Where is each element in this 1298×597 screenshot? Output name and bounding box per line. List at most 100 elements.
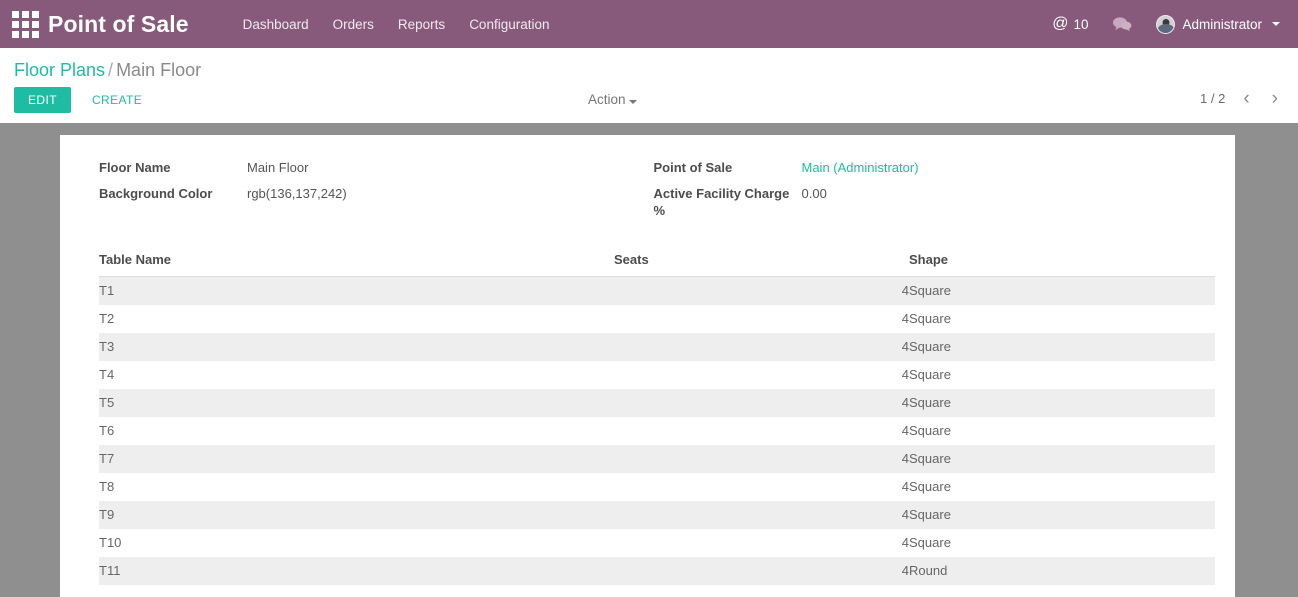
column-header-table-name[interactable]: Table Name bbox=[99, 248, 614, 277]
table-row[interactable]: T11 4 Round bbox=[99, 557, 1215, 585]
table-row[interactable]: T3 4 Square bbox=[99, 333, 1215, 361]
cell-seats: 4 bbox=[901, 563, 909, 578]
table-row[interactable]: T9 4 Square bbox=[99, 501, 1215, 529]
cell-shape: Square bbox=[909, 423, 951, 438]
app-brand-title[interactable]: Point of Sale bbox=[48, 11, 189, 38]
cell-table-name: T4 bbox=[99, 367, 115, 382]
cell-table-name: T7 bbox=[99, 451, 115, 466]
field-value-floor-name[interactable]: Main Floor bbox=[247, 159, 308, 176]
cell-shape: Square bbox=[909, 311, 951, 326]
form-background: Floor Name Main Floor Background Color r… bbox=[0, 123, 1298, 597]
cell-seats: 4 bbox=[901, 283, 909, 298]
at-icon: @ bbox=[1052, 15, 1069, 32]
cell-table-name: T2 bbox=[99, 311, 115, 326]
breadcrumb-item-current: Main Floor bbox=[116, 60, 202, 80]
field-floor-name: Floor Name Main Floor bbox=[99, 159, 648, 176]
field-active-facility-charge: Active Facility Charge % 0.00 bbox=[654, 185, 1216, 219]
chat-bubble-icon[interactable] bbox=[1098, 12, 1146, 36]
cell-shape: Square bbox=[909, 395, 951, 410]
chevron-right-icon[interactable]: › bbox=[1264, 87, 1286, 110]
table-head: Table Name Seats Shape bbox=[99, 248, 1215, 277]
breadcrumb-item-floor-plans[interactable]: Floor Plans bbox=[14, 60, 105, 80]
cell-table-name: T6 bbox=[99, 423, 115, 438]
column-header-shape[interactable]: Shape bbox=[909, 248, 1215, 277]
table-body: T1 4 Square T2 4 Square T3 4 Square T4 4… bbox=[99, 276, 1215, 585]
field-value-background-color[interactable]: rgb(136,137,242) bbox=[247, 185, 347, 202]
mentions-counter[interactable]: @ 10 bbox=[1042, 12, 1098, 36]
cell-shape: Round bbox=[909, 563, 948, 578]
cell-table-name: T11 bbox=[99, 563, 121, 578]
breadcrumb: Floor Plans / Main Floor bbox=[0, 48, 1298, 81]
navbar-right-group: @ 10 Administrator bbox=[1042, 11, 1284, 38]
cell-seats: 4 bbox=[901, 423, 909, 438]
cell-seats: 4 bbox=[901, 367, 909, 382]
control-panel-actions: EDIT CREATE Action 1 / 2 ‹ › bbox=[0, 81, 1298, 113]
apps-grid-dot bbox=[31, 20, 39, 28]
table-row[interactable]: T8 4 Square bbox=[99, 473, 1215, 501]
form-fields: Floor Name Main Floor Background Color r… bbox=[80, 159, 1215, 228]
apps-grid-dot bbox=[11, 30, 19, 38]
chevron-down-icon bbox=[1272, 22, 1280, 26]
field-label-active-facility-charge: Active Facility Charge % bbox=[653, 186, 790, 218]
field-point-of-sale: Point of Sale Main (Administrator) bbox=[654, 159, 1216, 176]
cell-table-name: T5 bbox=[99, 395, 115, 410]
field-value-point-of-sale[interactable]: Main (Administrator) bbox=[802, 159, 919, 176]
avatar bbox=[1156, 14, 1176, 34]
form-column-right: Point of Sale Main (Administrator) Activ… bbox=[648, 159, 1216, 228]
cell-shape: Square bbox=[909, 451, 951, 466]
cell-seats: 4 bbox=[901, 339, 909, 354]
apps-grid-dot bbox=[11, 10, 19, 18]
cell-shape: Square bbox=[909, 479, 951, 494]
caret-down-icon bbox=[628, 100, 637, 104]
menu-item-orders[interactable]: Orders bbox=[321, 11, 386, 38]
table-row[interactable]: T2 4 Square bbox=[99, 305, 1215, 333]
table-row[interactable]: T10 4 Square bbox=[99, 529, 1215, 557]
column-header-seats[interactable]: Seats bbox=[614, 248, 909, 277]
tables-table: Table Name Seats Shape T1 4 Square T2 4 … bbox=[99, 248, 1215, 585]
cell-seats: 4 bbox=[901, 395, 909, 410]
cell-table-name: T9 bbox=[99, 507, 115, 522]
cell-shape: Square bbox=[909, 367, 951, 382]
create-button[interactable]: CREATE bbox=[78, 87, 156, 113]
cell-table-name: T10 bbox=[99, 535, 122, 550]
cell-shape: Square bbox=[909, 507, 951, 522]
table-row[interactable]: T6 4 Square bbox=[99, 417, 1215, 445]
cell-shape: Square bbox=[909, 283, 951, 298]
cell-seats: 4 bbox=[901, 535, 909, 550]
field-background-color: Background Color rgb(136,137,242) bbox=[99, 185, 648, 202]
user-menu[interactable]: Administrator bbox=[1146, 11, 1284, 38]
main-menu: Dashboard Orders Reports Configuration bbox=[231, 11, 562, 38]
field-value-active-facility-charge[interactable]: 0.00 bbox=[802, 185, 827, 202]
apps-grid-icon[interactable] bbox=[8, 9, 42, 39]
edit-button[interactable]: EDIT bbox=[14, 87, 71, 113]
table-row[interactable]: T7 4 Square bbox=[99, 445, 1215, 473]
cell-seats: 4 bbox=[901, 311, 909, 326]
cell-seats: 4 bbox=[901, 507, 909, 522]
apps-grid-dot bbox=[21, 10, 29, 18]
chevron-left-icon[interactable]: ‹ bbox=[1235, 87, 1257, 110]
user-name-label: Administrator bbox=[1182, 16, 1262, 32]
table-row[interactable]: T1 4 Square bbox=[99, 276, 1215, 305]
tables-list: Table Name Seats Shape T1 4 Square T2 4 … bbox=[80, 248, 1215, 585]
cell-shape: Square bbox=[909, 339, 951, 354]
apps-grid-dot bbox=[11, 20, 19, 28]
field-label-background-color: Background Color bbox=[99, 186, 213, 201]
menu-item-configuration[interactable]: Configuration bbox=[457, 11, 561, 38]
control-panel: Floor Plans / Main Floor EDIT CREATE Actio… bbox=[0, 48, 1298, 123]
table-header-row: Table Name Seats Shape bbox=[99, 248, 1215, 277]
table-row[interactable]: T4 4 Square bbox=[99, 361, 1215, 389]
pager-count: 1 / 2 bbox=[1200, 91, 1226, 106]
apps-grid-dot bbox=[31, 30, 39, 38]
action-dropdown[interactable]: Action bbox=[588, 92, 637, 107]
form-column-left: Floor Name Main Floor Background Color r… bbox=[80, 159, 648, 228]
table-row[interactable]: T5 4 Square bbox=[99, 389, 1215, 417]
cell-seats: 4 bbox=[901, 451, 909, 466]
apps-grid-dot bbox=[21, 30, 29, 38]
menu-item-reports[interactable]: Reports bbox=[386, 11, 457, 38]
cell-table-name: T1 bbox=[99, 283, 115, 298]
apps-grid-dot bbox=[31, 10, 39, 18]
cell-table-name: T3 bbox=[99, 339, 115, 354]
field-label-point-of-sale: Point of Sale bbox=[653, 160, 733, 175]
cell-seats: 4 bbox=[901, 479, 909, 494]
menu-item-dashboard[interactable]: Dashboard bbox=[231, 11, 321, 38]
